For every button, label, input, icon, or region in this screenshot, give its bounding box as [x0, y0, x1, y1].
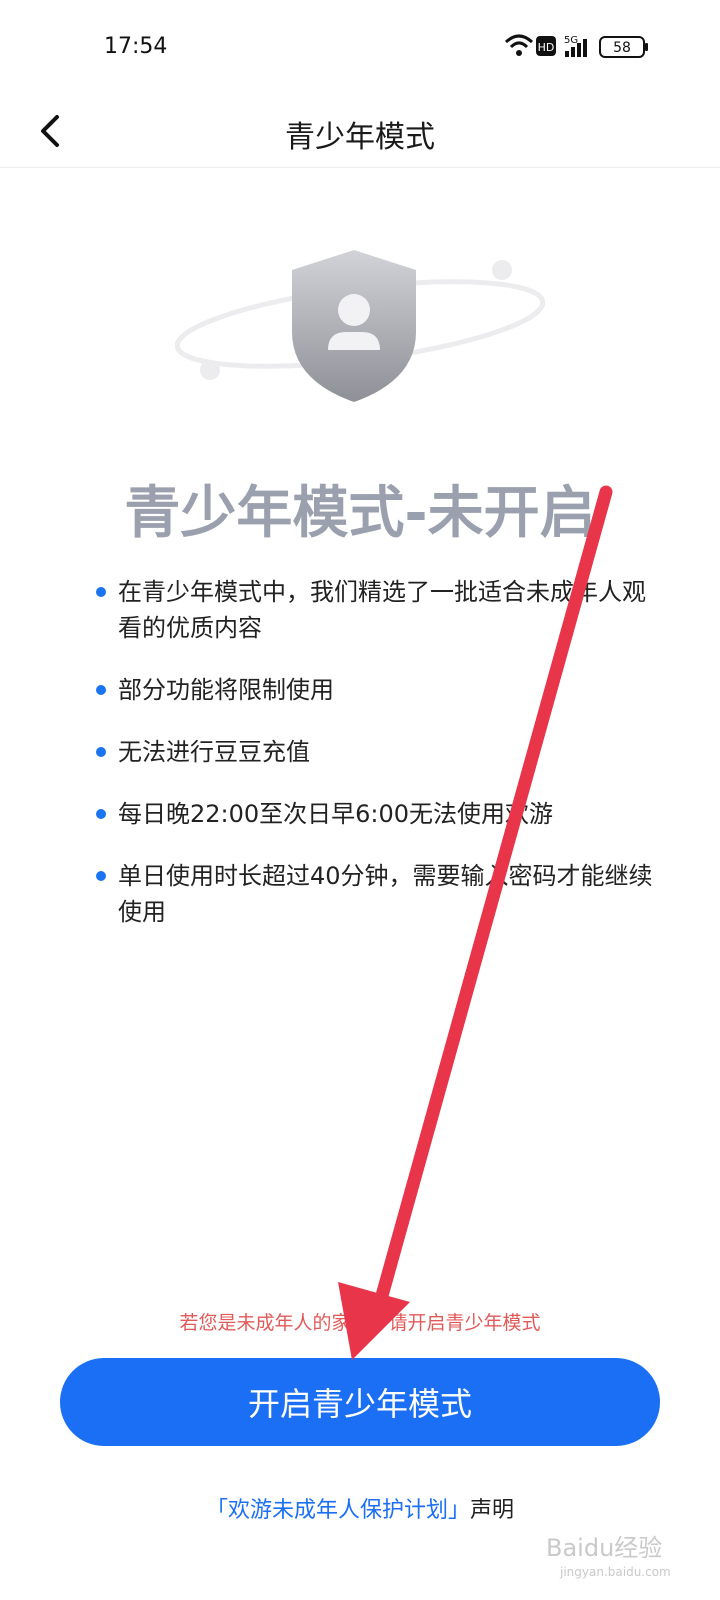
hd-icon: HD — [536, 36, 556, 56]
watermark-logo: Baidu经验 — [546, 1534, 663, 1562]
rule-item: 无法进行豆豆充值 — [96, 734, 656, 770]
bullet-icon — [96, 685, 106, 695]
watermark-url: jingyan.baidu.com — [560, 1565, 671, 1579]
bullet-icon — [96, 871, 106, 881]
parent-hint: 若您是未成年人的家长，请开启青少年模式 — [179, 1312, 541, 1334]
rule-item: 单日使用时长超过40分钟，需要输入密码才能继续使用 — [96, 858, 656, 930]
page-title: 青少年模式 — [285, 120, 435, 155]
statement-suffix: 声明 — [470, 1498, 515, 1523]
signal-icon: 5G — [564, 35, 587, 57]
rule-text: 部分功能将限制使用 — [118, 676, 334, 704]
status-icons: HD 5G 58 — [504, 34, 648, 58]
rule-text: 每日晚22:00至次日早6:00无法使用欢游 — [118, 800, 554, 828]
protection-plan-link[interactable]: 「欢游未成年人保护计划」 — [206, 1498, 470, 1523]
rule-item: 部分功能将限制使用 — [96, 672, 656, 708]
wifi-icon — [504, 34, 534, 56]
rule-text: 单日使用时长超过40分钟，需要输入密码才能继续使用 — [118, 862, 653, 926]
rules-list: 在青少年模式中，我们精选了一批适合未成年人观看的优质内容 部分功能将限制使用 无… — [96, 574, 656, 956]
orbit-dot — [492, 260, 512, 280]
bullet-icon — [96, 587, 106, 597]
svg-text:HD: HD — [538, 41, 555, 54]
rule-item: 在青少年模式中，我们精选了一批适合未成年人观看的优质内容 — [96, 574, 656, 646]
status-bar: 17:54 HD 5G 58 — [0, 0, 720, 95]
battery-icon: 58 — [599, 36, 648, 58]
rule-text: 无法进行豆豆充值 — [118, 738, 310, 766]
svg-text:5G: 5G — [564, 35, 578, 46]
mode-status-headline: 青少年模式-未开启 — [124, 481, 596, 546]
bullet-icon — [96, 747, 106, 757]
rule-item: 每日晚22:00至次日早6:00无法使用欢游 — [96, 796, 656, 832]
bullet-icon — [96, 809, 106, 819]
svg-text:58: 58 — [613, 40, 631, 56]
statement: 「欢游未成年人保护计划」声明 — [0, 1492, 720, 1524]
enable-teen-mode-button[interactable]: 开启青少年模式 — [60, 1358, 660, 1446]
shield-illustration — [174, 250, 546, 402]
rule-text: 在青少年模式中，我们精选了一批适合未成年人观看的优质内容 — [118, 578, 646, 642]
orbit-dot — [200, 360, 220, 380]
status-time: 17:54 — [104, 34, 168, 59]
nav-bar: 青少年模式 — [0, 95, 720, 168]
